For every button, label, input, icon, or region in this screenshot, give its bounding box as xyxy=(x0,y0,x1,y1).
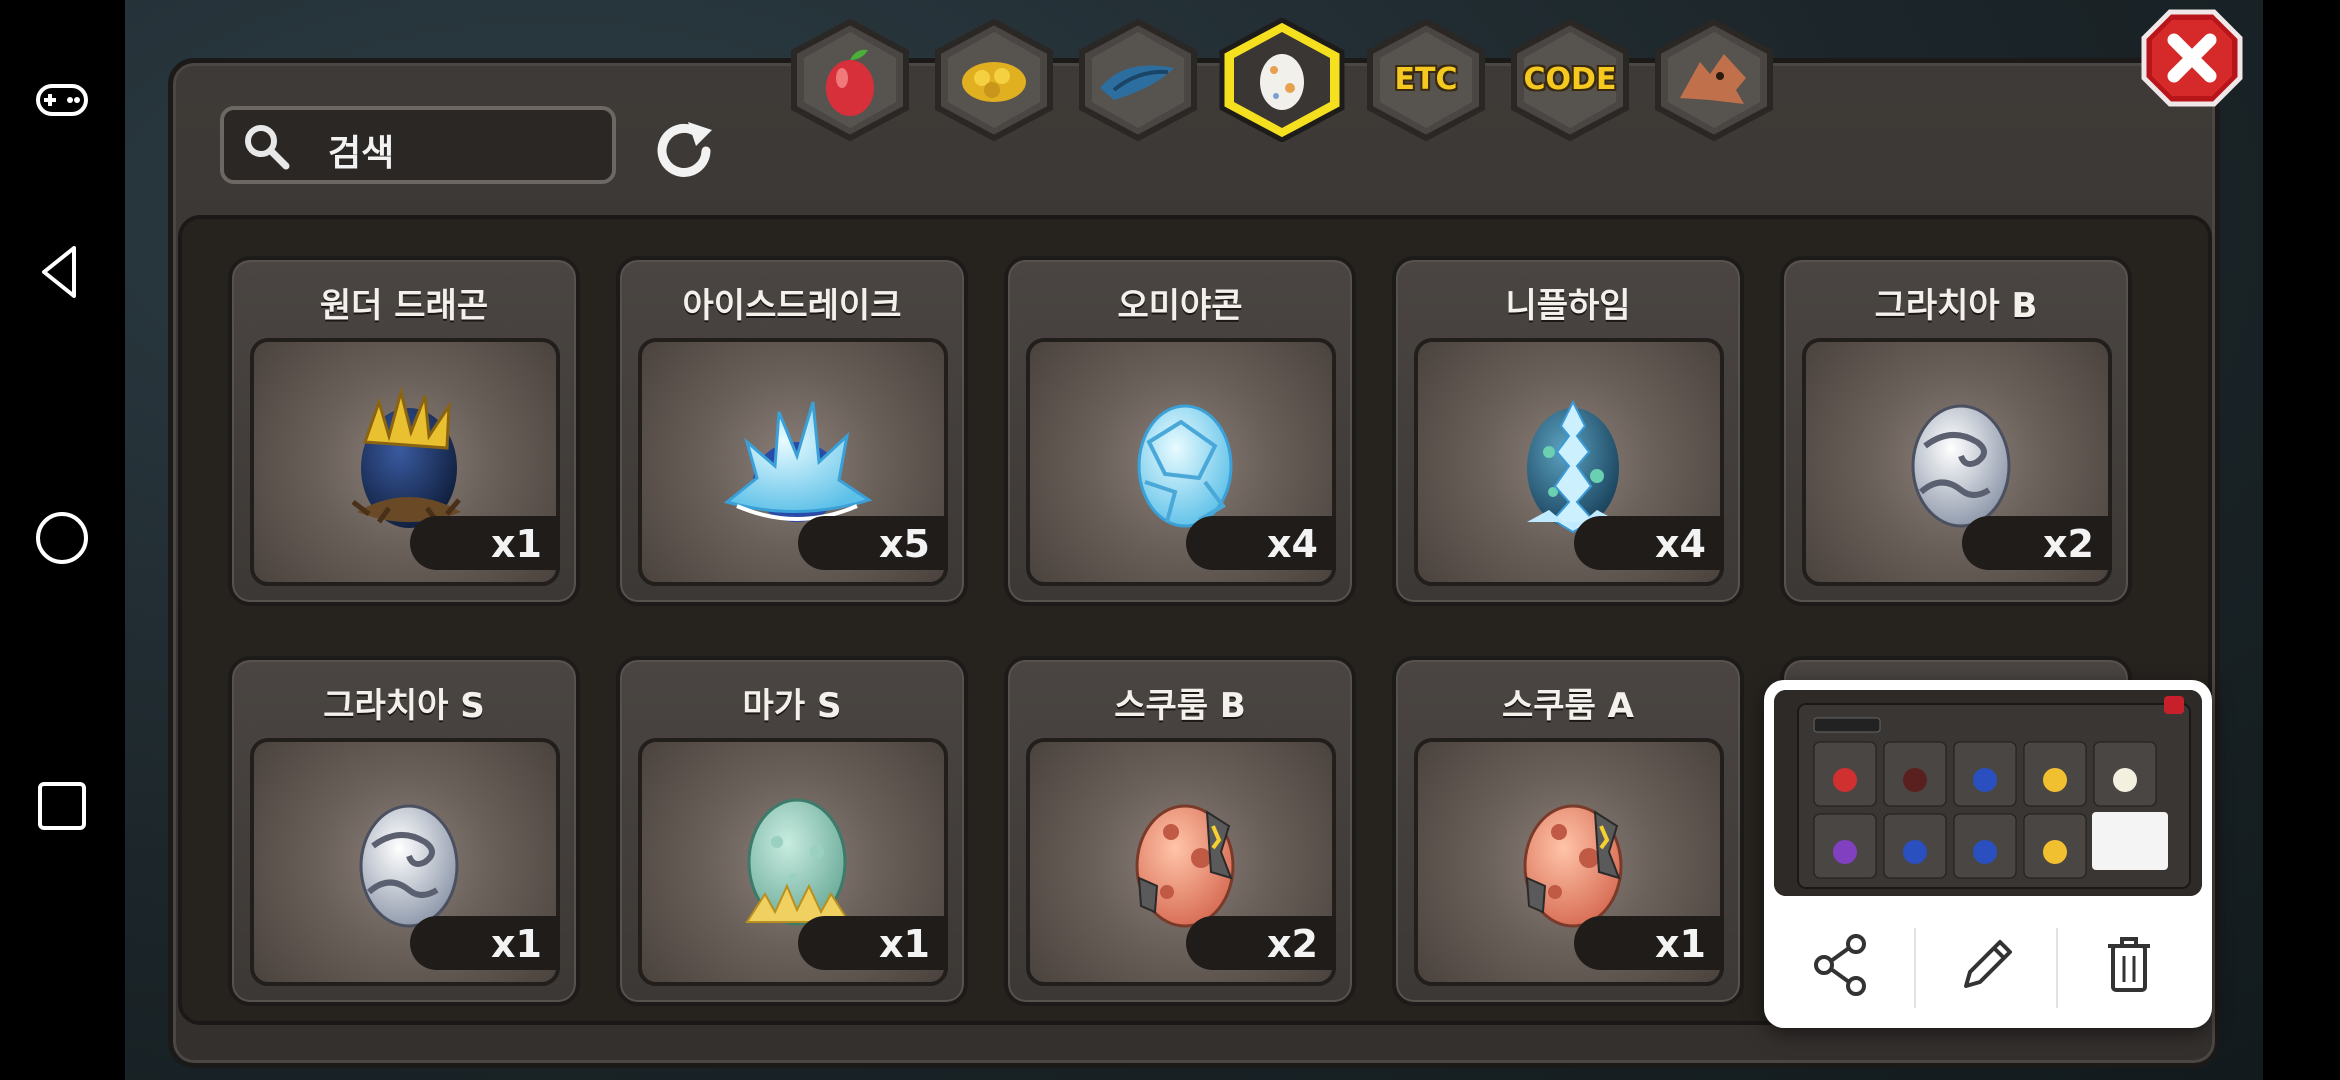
item-card[interactable]: 원더 드래곤 x1 xyxy=(228,256,580,606)
recents-icon[interactable] xyxy=(30,774,94,838)
item-quantity: x2 xyxy=(1267,922,1318,966)
item-quantity-badge: x2 xyxy=(1962,516,2112,570)
search-icon xyxy=(245,125,290,170)
item-slot: x1 xyxy=(250,738,560,986)
item-quantity: x1 xyxy=(1655,922,1706,966)
tab-code-label: CODE xyxy=(1523,62,1617,97)
search-input[interactable]: 검색 xyxy=(328,124,394,176)
item-name: 그라치아 S xyxy=(323,686,485,726)
item-slot: x4 xyxy=(1414,338,1724,586)
item-name: 그라치아 B xyxy=(1874,286,2038,326)
item-name: 스쿠룸 A xyxy=(1502,686,1634,726)
gamepad-icon[interactable] xyxy=(30,68,94,132)
item-quantity: x1 xyxy=(491,922,542,966)
item-slot: x1 xyxy=(638,738,948,986)
tab-fruit[interactable] xyxy=(786,18,914,142)
item-name: 마가 S xyxy=(742,686,842,726)
item-card[interactable]: 아이스드레이크 x5 xyxy=(616,256,968,606)
right-edge xyxy=(2263,0,2340,1080)
back-icon[interactable] xyxy=(30,240,94,304)
item-quantity-badge: x1 xyxy=(798,916,948,970)
item-quantity-badge: x4 xyxy=(1186,516,1336,570)
item-slot: x4 xyxy=(1026,338,1336,586)
item-slot: x1 xyxy=(250,338,560,586)
tab-egg[interactable] xyxy=(1218,17,1346,143)
item-quantity: x4 xyxy=(1267,522,1318,566)
item-quantity-badge: x5 xyxy=(798,516,948,570)
item-quantity: x1 xyxy=(491,522,542,566)
item-slot: x2 xyxy=(1026,738,1336,986)
item-card[interactable]: 그라치아 S x1 xyxy=(228,656,580,1006)
delete-icon[interactable] xyxy=(2094,930,2164,1000)
item-quantity: x4 xyxy=(1655,522,1706,566)
item-slot: x1 xyxy=(1414,738,1724,986)
item-quantity-badge: x1 xyxy=(410,516,560,570)
item-slot: x5 xyxy=(638,338,948,586)
system-nav-bar xyxy=(0,0,125,1080)
item-quantity: x2 xyxy=(2043,522,2094,566)
home-icon[interactable] xyxy=(30,506,94,570)
refresh-icon[interactable] xyxy=(650,118,720,184)
screenshot-thumbnail[interactable] xyxy=(1774,690,2202,896)
item-card[interactable]: 스쿠룸 B x2 xyxy=(1004,656,1356,1006)
item-card[interactable]: 그라치아 B x2 xyxy=(1780,256,2132,606)
preview-actions xyxy=(1764,908,2212,1018)
tab-code[interactable]: CODE xyxy=(1506,18,1634,142)
edit-icon[interactable] xyxy=(1952,930,2022,1000)
item-name: 니플하임 xyxy=(1505,286,1631,326)
item-name: 스쿠룸 B xyxy=(1114,686,1246,726)
item-quantity: x1 xyxy=(879,922,930,966)
close-button[interactable] xyxy=(2140,8,2244,108)
item-quantity-badge: x4 xyxy=(1574,516,1724,570)
item-card[interactable]: 스쿠룸 A x1 xyxy=(1392,656,1744,1006)
item-name: 오미야콘 xyxy=(1117,286,1243,326)
item-name: 원더 드래곤 xyxy=(319,286,489,326)
tab-etc-label: ETC xyxy=(1394,62,1458,97)
tab-dragon-head[interactable] xyxy=(1650,18,1778,142)
tab-dragon-tail[interactable] xyxy=(1074,18,1202,142)
search-box[interactable]: 검색 xyxy=(220,106,616,184)
item-card[interactable]: 오미야콘 x4 xyxy=(1004,256,1356,606)
item-quantity: x5 xyxy=(879,522,930,566)
item-card[interactable]: 마가 S x1 xyxy=(616,656,968,1006)
tab-etc[interactable]: ETC xyxy=(1362,18,1490,142)
screenshot-preview xyxy=(1764,680,2212,1028)
item-name: 아이스드레이크 xyxy=(682,286,902,326)
item-quantity-badge: x1 xyxy=(1574,916,1724,970)
share-icon[interactable] xyxy=(1806,930,1876,1000)
item-card[interactable]: 니플하임 x4 xyxy=(1392,256,1744,606)
item-quantity-badge: x1 xyxy=(410,916,560,970)
item-slot: x2 xyxy=(1802,338,2112,586)
item-quantity-badge: x2 xyxy=(1186,916,1336,970)
tab-gold[interactable] xyxy=(930,18,1058,142)
